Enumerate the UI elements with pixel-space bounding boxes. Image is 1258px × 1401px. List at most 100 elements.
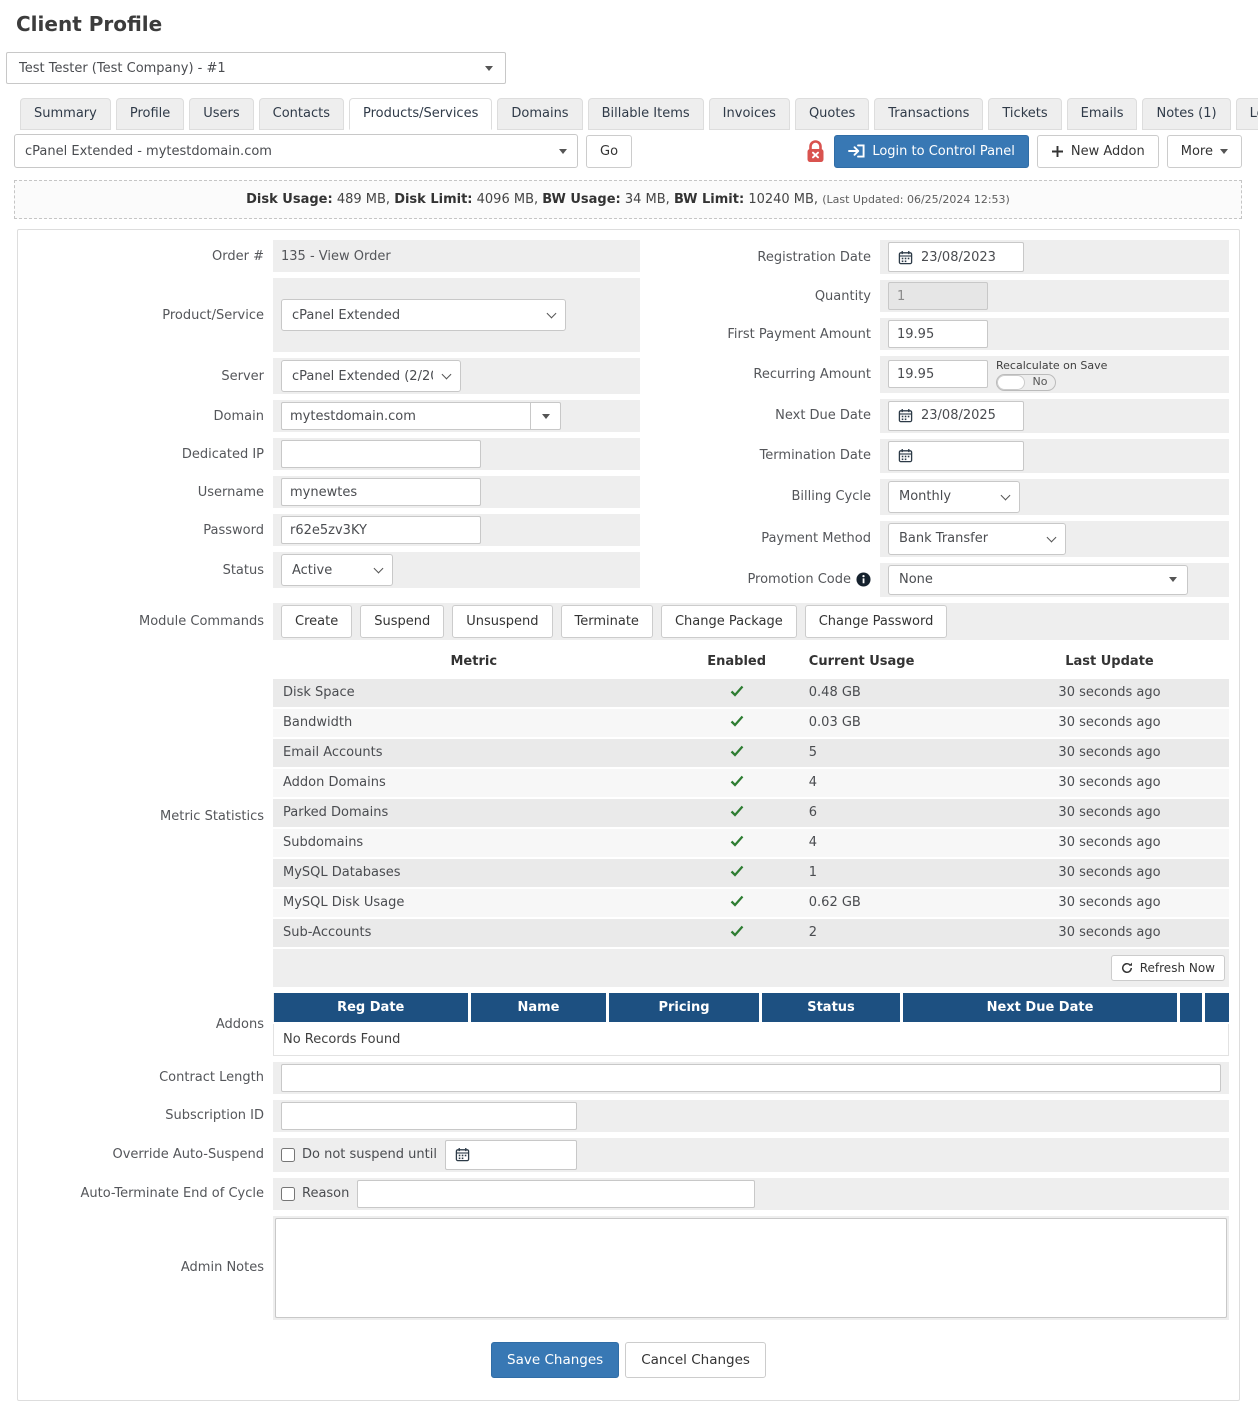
status-field: Active <box>273 552 640 588</box>
login-control-panel-button[interactable]: Login to Control Panel <box>834 135 1029 168</box>
go-button-label: Go <box>600 144 618 159</box>
tab-notes[interactable]: Notes (1) <box>1142 98 1230 130</box>
domain-label: Domain <box>28 400 273 432</box>
recalculate-toggle[interactable]: No <box>996 374 1056 391</box>
table-row: Sub-Accounts230 seconds ago <box>273 918 1229 948</box>
metrics-header-metric: Metric <box>273 646 675 678</box>
toggle-knob <box>997 375 1025 390</box>
server-select[interactable]: cPanel Extended (2/20 <box>281 360 461 392</box>
tab-emails[interactable]: Emails <box>1067 98 1138 130</box>
tab-users[interactable]: Users <box>189 98 253 130</box>
password-input[interactable] <box>281 516 481 544</box>
service-selector[interactable]: cPanel Extended - mytestdomain.com <box>14 134 578 168</box>
tab-log[interactable]: Log <box>1236 98 1258 130</box>
metric-statistics-table: Metric Enabled Current Usage Last Update… <box>273 646 1229 949</box>
order-number-value[interactable]: 135 - View Order <box>281 249 391 264</box>
disk-limit-value: 4096 MB, <box>477 192 538 207</box>
refresh-now-button[interactable]: Refresh Now <box>1111 955 1225 981</box>
tab-summary[interactable]: Summary <box>20 98 111 130</box>
username-input[interactable] <box>281 478 481 506</box>
registration-date-value: 23/08/2023 <box>921 250 996 265</box>
domain-dropdown-button[interactable] <box>531 402 561 430</box>
usage-summary-bar: Disk Usage: 489 MB, Disk Limit: 4096 MB,… <box>14 180 1242 219</box>
module-command-unsuspend-button[interactable]: Unsuspend <box>452 605 552 638</box>
lock-error-icon[interactable] <box>805 139 826 164</box>
login-button-label: Login to Control Panel <box>872 144 1015 159</box>
sign-in-icon <box>848 144 865 158</box>
next-due-date-value: 23/08/2025 <box>921 408 996 423</box>
new-addon-button[interactable]: New Addon <box>1037 135 1159 168</box>
dedicated-ip-input[interactable] <box>281 440 481 468</box>
client-selector[interactable]: Test Tester (Test Company) - #1 <box>6 52 506 84</box>
tab-domains[interactable]: Domains <box>497 98 582 130</box>
save-changes-label: Save Changes <box>507 1352 603 1368</box>
promotion-code-field: None <box>880 563 1229 597</box>
domain-field <box>273 400 640 432</box>
go-button[interactable]: Go <box>586 135 632 168</box>
product-service-label: Product/Service <box>28 278 273 352</box>
do-not-suspend-label: Do not suspend until <box>302 1147 437 1162</box>
calendar-icon <box>455 1147 470 1162</box>
module-command-suspend-button[interactable]: Suspend <box>360 605 444 638</box>
more-button[interactable]: More <box>1167 135 1242 168</box>
info-icon[interactable] <box>856 572 871 587</box>
first-payment-input[interactable] <box>888 320 988 348</box>
auto-terminate-reason-input[interactable] <box>357 1180 755 1208</box>
domain-input[interactable] <box>281 402 531 430</box>
tab-contacts[interactable]: Contacts <box>259 98 344 130</box>
check-icon <box>730 715 744 727</box>
module-command-change-package-button[interactable]: Change Package <box>661 605 797 638</box>
auto-terminate-checkbox[interactable] <box>281 1187 295 1201</box>
cancel-changes-button[interactable]: Cancel Changes <box>625 1342 766 1378</box>
client-selector-value: Test Tester (Test Company) - #1 <box>19 61 226 76</box>
billing-cycle-select[interactable]: Monthly <box>888 481 1020 513</box>
tab-quotes[interactable]: Quotes <box>795 98 869 130</box>
tab-transactions[interactable]: Transactions <box>874 98 983 130</box>
table-row: Email Accounts530 seconds ago <box>273 738 1229 768</box>
promotion-code-select[interactable]: None <box>888 565 1188 595</box>
module-command-change-password-button[interactable]: Change Password <box>805 605 948 638</box>
quantity-input <box>888 282 988 310</box>
password-label: Password <box>28 514 273 546</box>
addons-header-reg-date: Reg Date <box>274 993 470 1023</box>
check-icon <box>730 745 744 757</box>
tab-tickets[interactable]: Tickets <box>988 98 1061 130</box>
subscription-id-input[interactable] <box>281 1102 577 1130</box>
quantity-label: Quantity <box>642 280 880 312</box>
save-changes-button[interactable]: Save Changes <box>491 1342 619 1378</box>
addons-header-blank-1 <box>1179 993 1204 1023</box>
contract-length-field <box>273 1062 1229 1094</box>
bw-usage-label: BW Usage: <box>542 192 620 207</box>
tab-billable-items[interactable]: Billable Items <box>588 98 704 130</box>
check-icon <box>730 805 744 817</box>
product-service-select[interactable]: cPanel Extended <box>281 299 566 331</box>
recurring-amount-input[interactable] <box>888 360 988 388</box>
admin-notes-textarea[interactable] <box>275 1218 1227 1318</box>
registration-date-input[interactable]: 23/08/2023 <box>888 242 1024 272</box>
tab-bar: Summary Profile Users Contacts Products/… <box>0 98 1258 130</box>
next-due-date-input[interactable]: 23/08/2025 <box>888 401 1024 431</box>
addons-header-status: Status <box>761 993 902 1023</box>
chevron-down-icon <box>374 564 384 574</box>
table-row: No Records Found <box>274 1023 1229 1056</box>
tab-invoices[interactable]: Invoices <box>709 98 790 130</box>
suspend-until-date-input[interactable] <box>445 1140 577 1170</box>
tab-profile[interactable]: Profile <box>116 98 184 130</box>
contract-length-input[interactable] <box>281 1064 1221 1092</box>
refresh-now-label: Refresh Now <box>1140 961 1215 975</box>
admin-notes-label: Admin Notes <box>28 1216 273 1320</box>
billing-cycle-field: Monthly <box>880 479 1229 515</box>
quantity-field <box>880 280 1229 312</box>
payment-method-label: Payment Method <box>642 521 880 557</box>
status-select[interactable]: Active <box>281 554 393 586</box>
module-command-create-button[interactable]: Create <box>281 605 352 638</box>
termination-date-input[interactable] <box>888 441 1024 471</box>
module-commands-label: Module Commands <box>28 603 273 640</box>
first-payment-label: First Payment Amount <box>642 318 880 350</box>
payment-method-select[interactable]: Bank Transfer <box>888 523 1066 555</box>
do-not-suspend-checkbox[interactable] <box>281 1148 295 1162</box>
table-row: Parked Domains630 seconds ago <box>273 798 1229 828</box>
registration-date-field: 23/08/2023 <box>880 240 1229 274</box>
module-command-terminate-button[interactable]: Terminate <box>561 605 653 638</box>
tab-products-services[interactable]: Products/Services <box>349 98 492 130</box>
